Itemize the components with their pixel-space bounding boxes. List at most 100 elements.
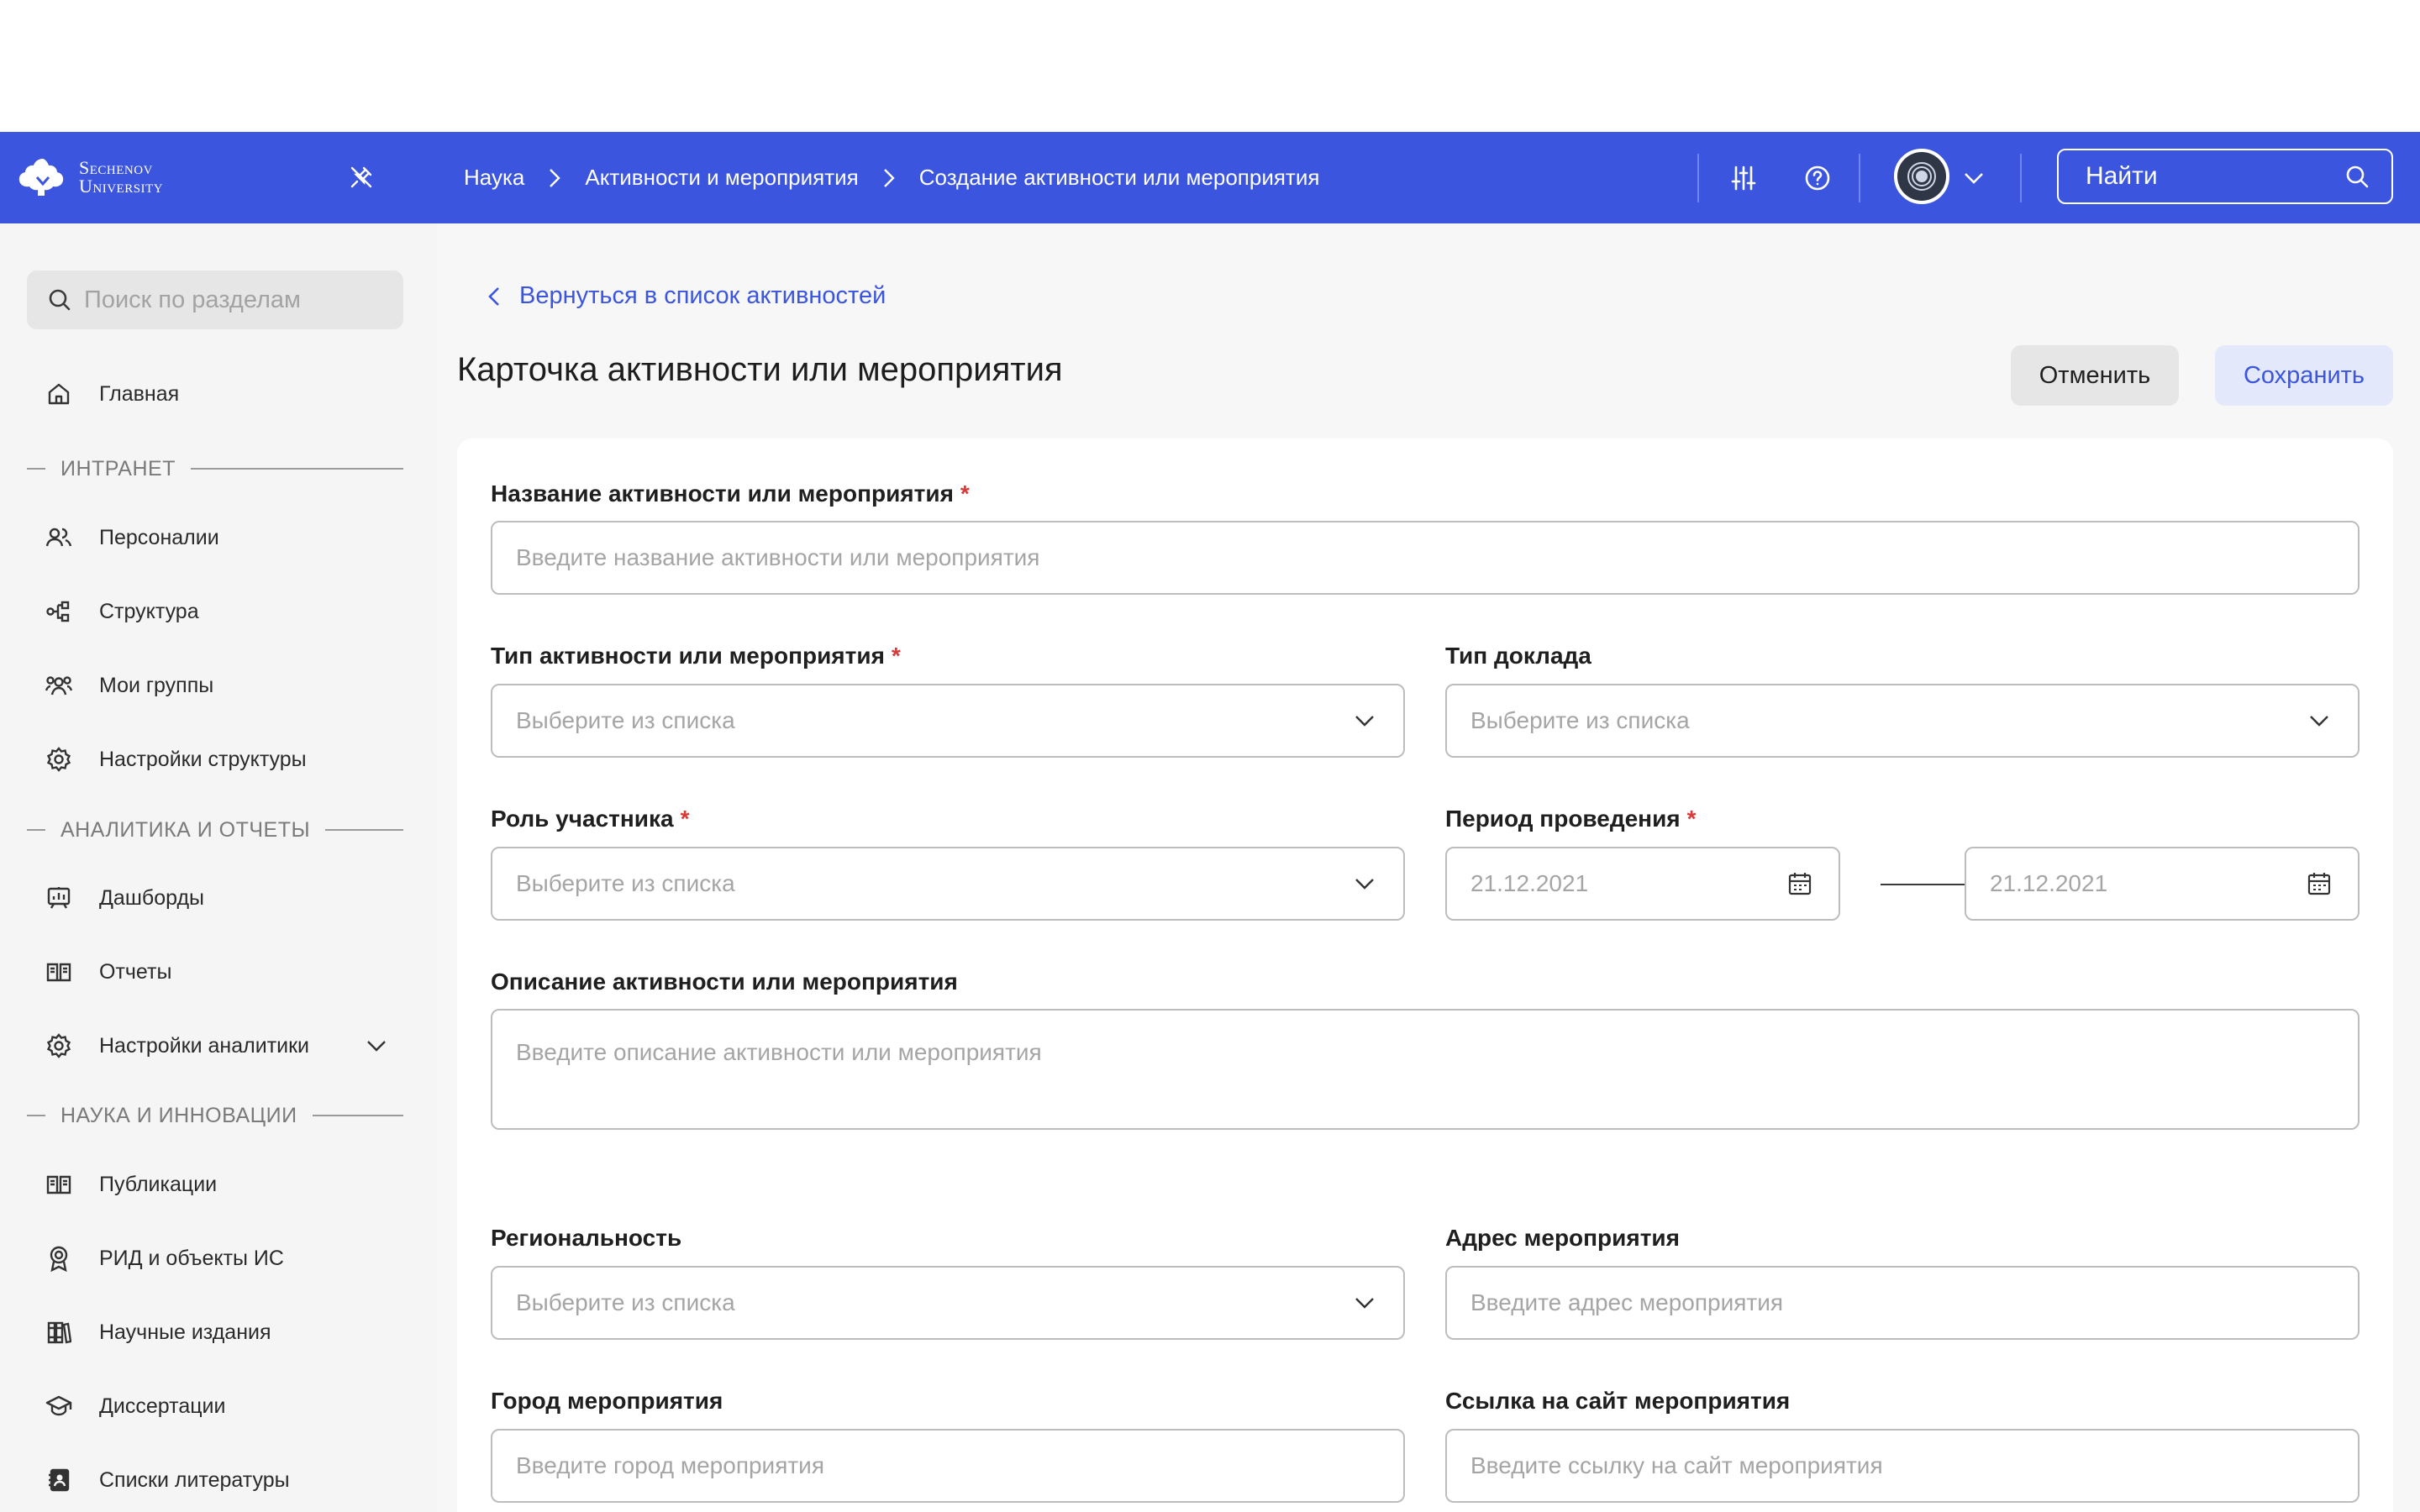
period-end-value: 21.12.2021 (1990, 870, 2108, 896)
website-label-text: Ссылка на сайт мероприятия (1445, 1388, 1791, 1414)
sidebar-item-label: Мои группы (99, 673, 214, 697)
regionality-label: Региональность (491, 1225, 681, 1252)
books-icon (44, 1317, 74, 1347)
sidebar-section-science: НАУКА И ИННОВАЦИИ (27, 1099, 403, 1132)
sidebar-search-input[interactable]: Поиск по разделам (27, 270, 403, 329)
sidebar-item-label: Публикации (99, 1172, 218, 1196)
gear-icon (44, 1031, 74, 1061)
logo-line-2: University (79, 176, 164, 197)
university-logo[interactable]: Sechenov University (17, 154, 163, 201)
sidebar-item-label: Диссертации (99, 1394, 226, 1418)
sidebar-item-rid[interactable]: РИД и объекты ИС (44, 1238, 284, 1278)
period-start-value: 21.12.2021 (1470, 870, 1589, 896)
report-type-placeholder: Выберите из списка (1470, 707, 1690, 733)
calendar-icon[interactable] (2304, 869, 2334, 899)
address-placeholder: Введите адрес мероприятия (1470, 1289, 1783, 1315)
name-label: Название активности или мероприятия * (491, 480, 970, 507)
back-to-list-link[interactable]: Вернуться в список активностей (487, 282, 886, 310)
logo-text: Sechenov University (79, 159, 163, 196)
report-type-label-text: Тип доклада (1445, 643, 1591, 669)
required-mark: * (891, 643, 901, 669)
description-placeholder: Введите описание активности или мероприя… (516, 1039, 1042, 1065)
sidebar-item-label: Списки литературы (99, 1467, 290, 1492)
sidebar-item-my-groups[interactable]: Мои группы (44, 665, 213, 706)
sidebar-item-label: Персоналии (99, 525, 219, 549)
description-label: Описание активности или мероприятия (491, 969, 958, 995)
sidebar-item-home[interactable]: Главная (44, 374, 179, 414)
tree-logo-icon (18, 159, 64, 196)
description-textarea[interactable]: Введите описание активности или мероприя… (491, 1009, 2360, 1130)
chevron-left-icon (488, 286, 499, 306)
save-button[interactable]: Сохранить (2215, 345, 2393, 406)
global-search-placeholder: Найти (2086, 162, 2158, 190)
sidebar-item-structure-settings[interactable]: Настройки структуры (44, 739, 307, 780)
breadcrumb-item-science[interactable]: Наука (464, 165, 524, 191)
city-placeholder: Введите город мероприятия (516, 1452, 824, 1478)
search-icon[interactable] (2344, 164, 2370, 189)
required-mark: * (680, 806, 690, 832)
breadcrumb: Наука Активности и мероприятия Создание … (464, 132, 1319, 223)
sidebar-item-analytics-settings[interactable]: Настройки аналитики (44, 1026, 388, 1066)
regionality-select[interactable]: Выберите из списка (491, 1266, 1405, 1340)
participant-role-placeholder: Выберите из списка (516, 870, 735, 896)
sidebar-item-publications[interactable]: Публикации (44, 1164, 217, 1205)
city-input[interactable]: Введите город мероприятия (491, 1429, 1405, 1503)
sidebar-item-label: Настройки структуры (99, 747, 307, 771)
address-input[interactable]: Введите адрес мероприятия (1445, 1266, 2360, 1340)
gear-icon (44, 744, 74, 774)
sidebar-item-label: Дашборды (99, 885, 204, 910)
sidebar-item-label: РИД и объекты ИС (99, 1246, 284, 1270)
address-label-text: Адрес мероприятия (1445, 1225, 1680, 1251)
sidebar-item-label: Настройки аналитики (99, 1033, 310, 1058)
sidebar-item-structure[interactable]: Структура (44, 591, 199, 632)
sidebar-item-label: Отчеты (99, 959, 172, 984)
sidebar-item-label: Главная (99, 381, 180, 406)
regionality-placeholder: Выберите из списка (516, 1289, 735, 1315)
search-icon (49, 289, 71, 311)
logo-line-1: Sechenov (79, 157, 153, 178)
sidebar-section-intranet: ИНТРАНЕТ (27, 452, 403, 486)
chevron-down-icon (1349, 869, 1380, 899)
participant-role-select[interactable]: Выберите из списка (491, 847, 1405, 921)
group-icon (44, 670, 74, 701)
activity-name-input[interactable]: Введите название активности или мероприя… (491, 521, 2360, 595)
website-placeholder: Введите ссылку на сайт мероприятия (1470, 1452, 1883, 1478)
role-label: Роль участника * (491, 806, 689, 832)
period-label: Период проведения * (1445, 806, 1697, 832)
divider (1859, 154, 1860, 202)
divider (2020, 154, 2022, 202)
cancel-button[interactable]: Отменить (2011, 345, 2179, 406)
settings-sliders-icon[interactable] (1726, 160, 1761, 196)
unpin-sidebar-icon[interactable] (345, 160, 378, 194)
breadcrumb-item-create: Создание активности или мероприятия (918, 165, 1320, 190)
sidebar-item-bibliography[interactable]: Списки литературы (44, 1460, 290, 1500)
sidebar-item-personalities[interactable]: Персоналии (44, 517, 219, 558)
avatar[interactable] (1894, 149, 1949, 204)
website-input[interactable]: Введите ссылку на сайт мероприятия (1445, 1429, 2360, 1503)
breadcrumb-item-activities[interactable]: Активности и мероприятия (585, 165, 858, 191)
period-end-date-input[interactable]: 21.12.2021 (1965, 847, 2360, 921)
section-title: ИНТРАНЕТ (60, 456, 176, 480)
sidebar-item-dashboards[interactable]: Дашборды (44, 878, 204, 918)
sidebar-item-label: Структура (99, 599, 199, 623)
section-title: НАУКА И ИННОВАЦИИ (60, 1103, 297, 1127)
activity-type-select[interactable]: Выберите из списка (491, 684, 1405, 758)
website-label: Ссылка на сайт мероприятия (1445, 1388, 1790, 1415)
sidebar-item-dissertations[interactable]: Диссертации (44, 1386, 225, 1426)
structure-icon (44, 596, 74, 627)
activity-type-placeholder: Выберите из списка (516, 707, 735, 733)
help-icon[interactable] (1800, 160, 1835, 196)
global-search-input[interactable]: Найти (2057, 149, 2393, 204)
city-label-text: Город мероприятия (491, 1388, 723, 1414)
chevron-down-icon[interactable] (1961, 165, 1986, 191)
sidebar-item-reports[interactable]: Отчеты (44, 952, 171, 992)
sidebar: Поиск по разделам Главная ИНТРАНЕТ Персо… (0, 223, 437, 1512)
chevron-down-icon (1349, 1288, 1380, 1318)
sidebar-item-journals[interactable]: Научные издания (44, 1312, 271, 1352)
chevron-down-icon[interactable] (365, 1034, 388, 1058)
report-type-select[interactable]: Выберите из списка (1445, 684, 2360, 758)
period-start-date-input[interactable]: 21.12.2021 (1445, 847, 1840, 921)
chevron-right-icon (882, 167, 896, 189)
calendar-icon[interactable] (1785, 869, 1815, 899)
activity-form-card: Название активности или мероприятия * Вве… (457, 438, 2393, 1512)
